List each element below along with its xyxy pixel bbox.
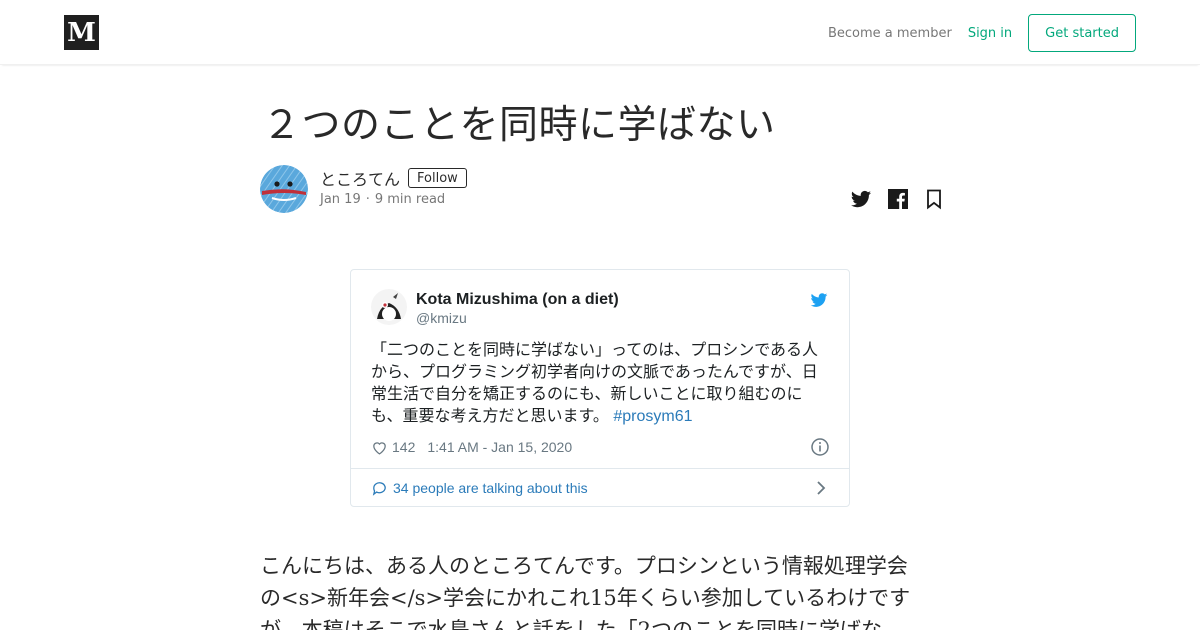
read-time: 9 min read [374,192,446,207]
twitter-icon[interactable] [849,187,873,211]
info-icon[interactable] [810,437,830,457]
body-line: こんにちは、ある人のところてんです。プロシンという情報処理学会 [260,554,908,578]
tweet-meta: 142 1:41 AM - Jan 15, 2020 [371,437,572,457]
get-started-button[interactable]: Get started [1028,14,1136,52]
article-title: ２つのことを同時に学ばない [262,103,776,148]
tweet-timestamp[interactable]: 1:41 AM - Jan 15, 2020 [427,439,572,455]
sign-in-link[interactable]: Sign in [968,26,1012,41]
tweet-conversation-text[interactable]: 34 people are talking about this [393,480,588,496]
follow-button[interactable]: Follow [408,168,467,188]
tweet-conversation-link[interactable]: 34 people are talking about this [371,478,588,498]
tweet-like-count[interactable]: 142 [392,439,415,455]
tweet-author-avatar[interactable] [371,289,407,325]
tweet-text: 「二つのことを同時に学ばない」ってのは、プロシンである人から、プログラミング初学… [371,340,831,428]
tweet-author-handle[interactable]: @kmizu [416,310,467,326]
tweet-divider [351,468,849,469]
tweet-hashtag[interactable]: #prosym61 [613,408,692,425]
author-avatar[interactable] [260,165,308,213]
bookmark-icon[interactable] [922,187,946,211]
tweet-body: 「二つのことを同時に学ばない」ってのは、プロシンである人から、プログラミング初学… [371,342,819,425]
publish-date: Jan 19 [320,192,361,207]
heart-icon[interactable] [371,438,389,456]
facebook-icon[interactable] [886,187,910,211]
body-line: の<s>新年会</s>学会にかれこれ15年くらい参加しているわけです [260,586,911,610]
body-line: が、本稿はそこで水島さんと話をした「2つのことを同時に学ばな [260,618,882,630]
become-member-link[interactable]: Become a member [828,26,952,41]
chevron-right-icon[interactable] [813,478,829,498]
comment-bubble-icon [371,479,389,497]
top-navigation-bar: M Become a member Sign in Get started [0,0,1200,65]
tweet-author-name[interactable]: Kota Mizushima (on a diet) [416,291,619,309]
author-name[interactable]: ところてん [320,166,400,190]
medium-logo[interactable]: M [64,15,99,50]
meta-separator: · [365,192,370,207]
embedded-tweet[interactable]: Kota Mizushima (on a diet) @kmizu 「二つのこと… [350,269,850,507]
article-body: こんにちは、ある人のところてんです。プロシンという情報処理学会 の<s>新年会<… [260,550,940,630]
twitter-bird-icon[interactable] [809,290,829,310]
nav-actions: Become a member Sign in Get started [828,14,1136,52]
article-meta: Jan 19 · 9 min read [320,192,445,207]
